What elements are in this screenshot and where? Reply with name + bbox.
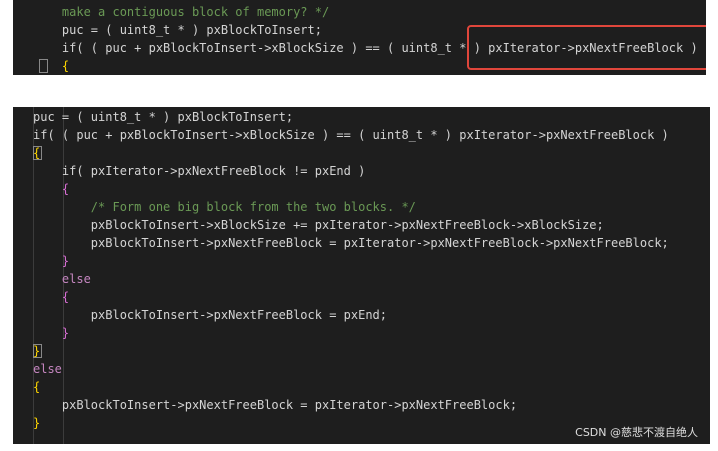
code-line: } — [33, 344, 42, 358]
code-line: } — [33, 254, 70, 268]
code-line: { — [33, 290, 70, 304]
code-line: { — [33, 146, 42, 160]
code-line: if( ( puc + pxBlockToInsert->xBlockSize … — [33, 128, 669, 142]
code-editor-top: make a contiguous block of memory? */ pu… — [13, 0, 706, 75]
code-line: pxBlockToInsert->pxNextFreeBlock = pxIte… — [33, 236, 669, 250]
code-line: pxBlockToInsert->pxNextFreeBlock = pxIte… — [33, 398, 518, 412]
code-line: else — [33, 272, 91, 286]
code-editor-bottom: puc = ( uint8_t * ) pxBlockToInsert; if(… — [13, 107, 710, 444]
code-line: { — [33, 380, 41, 394]
code-line: /* Form one big block from the two block… — [33, 200, 416, 214]
code-line: puc = ( uint8_t * ) pxBlockToInsert; — [33, 110, 294, 124]
code-line: pxBlockToInsert->xBlockSize += pxIterato… — [33, 218, 604, 232]
code-line: if( pxIterator->pxNextFreeBlock != pxEnd… — [33, 164, 366, 178]
code-line: if( ( puc + pxBlockToInsert->xBlockSize … — [33, 41, 698, 55]
code-line: else — [33, 362, 62, 376]
code-line: { — [33, 59, 70, 73]
code-line: puc = ( uint8_t * ) pxBlockToInsert; — [33, 23, 322, 37]
code-line: make a contiguous block of memory? */ — [33, 5, 330, 19]
code-line: } — [33, 326, 70, 340]
watermark: CSDN @慈悲不渡自绝人 — [575, 426, 698, 439]
code-line: { — [33, 182, 70, 196]
code-line: pxBlockToInsert->pxNextFreeBlock = pxEnd… — [33, 308, 388, 322]
